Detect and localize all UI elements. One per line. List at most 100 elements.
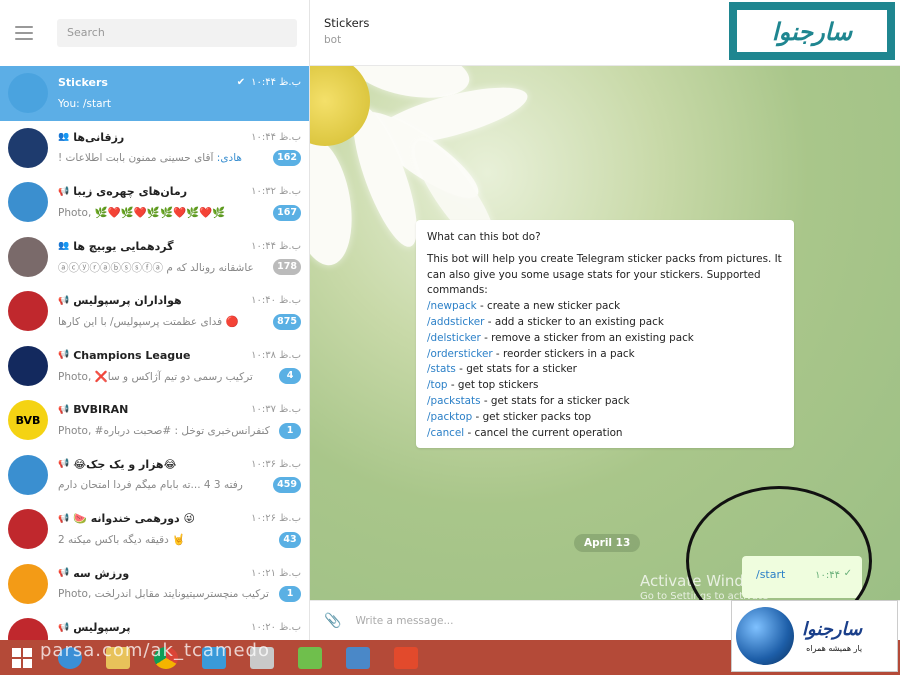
bot-info-question: What can this bot do? — [427, 231, 541, 243]
chat-avatar: BVB — [8, 400, 48, 441]
bot-command-link[interactable]: /delsticker — [427, 332, 481, 344]
chat-time: ب.ظ ۱۰:۳۲ — [251, 186, 301, 198]
chat-preview: Photo, ترکیب منچسترسیتیونایتد مقابل اندر… — [58, 588, 275, 600]
chat-time: ب.ظ ۱۰:۴۴ — [251, 77, 301, 89]
bot-command-link[interactable]: /ordersticker — [427, 348, 493, 360]
bottom-watermark: parsa.com/ak_tcamedo — [40, 640, 270, 661]
bot-command-link[interactable]: /top — [427, 379, 448, 391]
bot-command-link[interactable]: /cancel — [427, 427, 464, 439]
chat-name: هواداران پرسپولیس — [73, 294, 182, 308]
bot-command-desc: - add a sticker to an existing pack — [484, 315, 664, 328]
bot-command-link[interactable]: /packstats — [427, 395, 481, 407]
verified-icon: ✔ — [236, 77, 246, 89]
chat-list-item[interactable]: 📢 ورزش سه ب.ظ ۱۰:۲۱ Photo, ترکیب منچسترسیتی… — [0, 557, 309, 612]
chat-avatar — [8, 345, 48, 386]
chat-preview: رفته 3 4 ...ته بابام میگم فردا امتحان دا… — [58, 479, 269, 491]
search-input[interactable]: Search — [57, 19, 297, 47]
bot-command-desc: - get top stickers — [447, 379, 539, 392]
logo-text: سارجنوا — [737, 10, 887, 52]
chat-avatar — [8, 236, 48, 277]
chat-list-item[interactable]: 📢 😂هزار و یک جک😂 ب.ظ ۱۰:۳۶ رفته 3 4 ...ته ب… — [0, 448, 309, 503]
chat-preview: Photo, 🌿❤️🌿❤️🌿🌿❤️🌿❤️🌿 — [58, 206, 269, 219]
chat-preview: You: /start — [58, 98, 301, 110]
chat-time: ب.ظ ۱۰:۲۰ — [251, 622, 301, 634]
chat-list-item[interactable]: BVB 📢 BVBIRAN ب.ظ ۱۰:۳۷ Photo, #کنفرانس‌خبری… — [0, 393, 309, 448]
bot-command: /ordersticker - reorder stickers in a pa… — [427, 347, 783, 363]
chat-list-item[interactable]: 📢 هواداران پرسپولیس ب.ظ ۱۰:۴۰ 🔴 فدای عظمتت … — [0, 284, 309, 339]
bot-command-desc: - cancel the current operation — [464, 426, 623, 439]
date-separator: April 13 — [574, 534, 641, 552]
chat-preview: هادی: آقای حسینی ممنون بابت اطلاعات ! — [58, 152, 269, 164]
chat-list-item[interactable]: 📢 🍉 دورهمی خندوانه 😜 ب.ظ ۱۰:۲۶ 🤘 دقیقه دیگه… — [0, 502, 309, 557]
bot-command-link[interactable]: /stats — [427, 363, 456, 375]
preview-sender: هادی: — [216, 152, 242, 165]
chat-time: ب.ظ ۱۰:۴۴ — [251, 131, 301, 143]
chat-avatar — [8, 618, 48, 640]
chat-name: پرسپولیس — [73, 621, 131, 635]
preview-text: Photo, 🌿❤️🌿❤️🌿🌿❤️🌿❤️🌿 — [58, 207, 226, 220]
bot-command: /newpack - create a new sticker pack — [427, 299, 783, 315]
attach-icon[interactable]: 📎 — [324, 613, 341, 629]
taskbar-app-2[interactable] — [288, 640, 332, 675]
chat-list-item[interactable]: 👥 گردهمایی یوبیچ ها ب.ظ ۱۰:۴۴ عاشقانه رونال… — [0, 230, 309, 285]
recorder-icon — [394, 646, 418, 669]
chat-time: ب.ظ ۱۰:۲۶ — [251, 513, 301, 525]
preview-text: 🤘 دقیقه دیگه باکس میکنه 2 — [58, 534, 186, 547]
bot-command-desc: - get stats for a sticker — [455, 363, 577, 376]
bot-command-link[interactable]: /addsticker — [427, 316, 484, 328]
start-button[interactable] — [0, 640, 44, 675]
chat-area: What can this bot do? This bot will help… — [310, 66, 900, 600]
bot-command: /addsticker - add a sticker to an existi… — [427, 315, 783, 331]
chat-avatar — [8, 563, 48, 604]
channel-icon: 📢 — [58, 404, 70, 415]
unread-badge: 875 — [273, 313, 301, 330]
chat-list-item[interactable]: Stickers ✔ ب.ظ ۱۰:۴۴ You: /start — [0, 66, 309, 121]
preview-text: 🔴 فدای عظمتت پرسپولیس/ با این کارها — [58, 316, 239, 329]
channel-icon: 📢 — [58, 513, 70, 524]
windows-logo-icon — [12, 647, 32, 668]
chat-list-item[interactable]: 📢 Champions League ب.ظ ۱۰:۳۸ Photo, ❌ترکیب … — [0, 339, 309, 394]
taskbar-app-3[interactable] — [336, 640, 380, 675]
channel-icon: 📢 — [58, 295, 70, 306]
unread-badge: 1 — [279, 586, 301, 603]
group-icon: 👥 — [58, 132, 70, 143]
chat-preview: Photo, #کنفرانس‌خبری توخل : #صحبت درباره — [58, 425, 275, 437]
camtasia-icon — [298, 646, 322, 669]
chat-list-item[interactable]: 📢 پرسپولیس ب.ظ ۱۰:۲۰ — [0, 611, 309, 640]
chat-avatar — [8, 73, 48, 114]
chat-avatar — [8, 127, 48, 168]
bot-command: /stats - get stats for a sticker — [427, 362, 783, 378]
chat-name: Champions League — [73, 348, 191, 362]
channel-icon: 📢 — [58, 350, 70, 361]
taskbar-app-4[interactable] — [384, 640, 428, 675]
chat-list-item[interactable]: 📢 رمان‌های چهره‌ی زیبا ب.ظ ۱۰:۳۲ Photo, 🌿❤️… — [0, 175, 309, 230]
channel-icon: 📢 — [58, 568, 70, 579]
unread-badge: 4 — [279, 368, 301, 385]
chat-name: 😂هزار و یک جک😂 — [73, 457, 177, 471]
chat-list-panel: Search Stickers ✔ ب.ظ ۱۰:۴۴ You: /start 👥 رزق… — [0, 0, 310, 640]
highlight-circle — [686, 486, 872, 600]
globe-icon — [736, 607, 794, 665]
message-input[interactable]: Write a message... — [355, 615, 453, 627]
unread-badge: 167 — [273, 204, 301, 221]
bot-command-desc: - reorder stickers in a pack — [492, 347, 635, 360]
unread-badge: 162 — [273, 150, 301, 167]
bot-command-link[interactable]: /packtop — [427, 411, 472, 423]
unread-badge: 178 — [273, 259, 301, 276]
logo-brand: سارجنوا — [802, 619, 863, 640]
chat-list: Stickers ✔ ب.ظ ۱۰:۴۴ You: /start 👥 رزقانی‌ها ب… — [0, 66, 309, 640]
preview-text: Photo, ترکیب منچسترسیتیونایتد مقابل اندر… — [58, 588, 269, 601]
chat-name: ورزش سه — [73, 566, 130, 580]
bot-command: /top - get top stickers — [427, 378, 783, 394]
chat-time: ب.ظ ۱۰:۴۴ — [251, 240, 301, 252]
channel-icon: 📢 — [58, 459, 70, 470]
unread-badge: 1 — [279, 422, 301, 439]
channel-logo-bottom: سارجنوا یار همیشه همراه — [731, 600, 898, 672]
bot-command-desc: - create a new sticker pack — [476, 300, 621, 313]
chat-avatar — [8, 454, 48, 495]
menu-icon[interactable] — [15, 26, 33, 40]
chat-list-item[interactable]: 👥 رزقانی‌ها ب.ظ ۱۰:۴۴ هادی: آقای حسینی ممنو… — [0, 121, 309, 176]
channel-icon: 📢 — [58, 622, 70, 633]
chat-preview: 🤘 دقیقه دیگه باکس میکنه 2 — [58, 533, 275, 546]
bot-command-link[interactable]: /newpack — [427, 300, 477, 312]
